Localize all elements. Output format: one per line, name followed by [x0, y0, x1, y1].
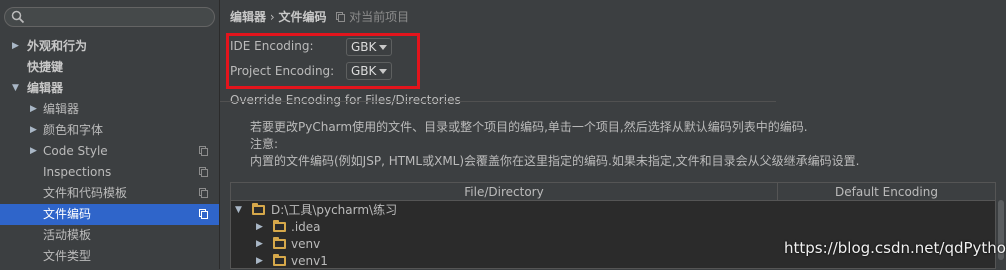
column-header-file[interactable]: File/Directory: [231, 183, 778, 201]
override-description: 若要更改PyCharm使用的文件、目录或整个项目的编码,单击一个项目,然后选择从…: [250, 120, 808, 134]
chevron-right-icon: ▶: [12, 41, 19, 51]
chevron-right-icon[interactable]: ▶: [256, 253, 263, 270]
sidebar-item-label: 文件编码: [43, 207, 92, 221]
override-note-text: 内置的文件编码(例如JSP, HTML或XML)会覆盖你在这里指定的编码.如果未…: [250, 154, 860, 168]
override-note-label: 注意:: [250, 137, 279, 151]
sidebar-item-editor[interactable]: ▼ 编辑器: [0, 78, 219, 99]
sidebar-item-file-types[interactable]: 文件类型: [0, 246, 219, 267]
sidebar-item-label: 编辑器: [27, 81, 64, 95]
project-scope-icon: [199, 146, 208, 156]
sidebar-item-label: 外观和行为: [27, 39, 88, 53]
page-title: 文件编码: [278, 10, 327, 24]
sidebar-item-keymap[interactable]: 快捷键: [0, 57, 219, 78]
project-scope-icon: [199, 167, 208, 177]
sidebar-item-live-templates[interactable]: 活动模板: [0, 225, 219, 246]
breadcrumb-parent: 编辑器: [230, 10, 267, 24]
sidebar-item-label: 文件类型: [43, 249, 92, 263]
sidebar-item-file-templates[interactable]: 文件和代码模板: [0, 183, 219, 204]
chevron-down-icon[interactable]: ▼: [235, 202, 242, 219]
sidebar-item-colors-fonts[interactable]: ▶ 颜色和字体: [0, 120, 219, 141]
settings-panel: 编辑器 › 文件编码 对当前项目 IDE Encoding: GBK Proje…: [220, 0, 1006, 269]
search-icon: [11, 10, 25, 24]
search-input[interactable]: [4, 7, 215, 27]
sidebar-item-file-encodings[interactable]: 文件编码: [0, 204, 219, 225]
file-name: venv: [291, 237, 321, 251]
project-scope-icon: [336, 12, 346, 22]
settings-sidebar: ▶ 外观和行为 快捷键 ▼ 编辑器 ▶ 编辑器 ▶ 颜色和字体 ▶ Code S…: [0, 0, 219, 269]
highlight-box: [226, 33, 420, 89]
column-header-encoding[interactable]: Default Encoding: [778, 183, 995, 201]
sidebar-item-inspections[interactable]: Inspections: [0, 162, 219, 183]
chevron-right-icon[interactable]: ▶: [256, 219, 263, 236]
breadcrumb-separator: ›: [269, 10, 275, 24]
sidebar-item-appearance[interactable]: ▶ 外观和行为: [0, 36, 219, 57]
sidebar-item-label: 编辑器: [43, 102, 80, 116]
scope-note: 对当前项目: [336, 10, 409, 24]
section-separator: [220, 101, 776, 102]
file-name: .idea: [291, 220, 321, 234]
breadcrumb: 编辑器 › 文件编码 对当前项目: [230, 8, 409, 25]
scope-label: 对当前项目: [349, 10, 410, 24]
chevron-right-icon: ▶: [30, 125, 37, 135]
folder-icon: [273, 254, 286, 266]
project-scope-icon: [199, 209, 208, 219]
chevron-down-icon: ▼: [12, 83, 19, 93]
sidebar-item-label: 活动模板: [43, 228, 92, 242]
file-name: D:\工具\pycharm\练习: [271, 203, 398, 217]
sidebar-item-label: Inspections: [43, 165, 112, 179]
sidebar-item-label: 颜色和字体: [43, 123, 104, 137]
file-name: venv1: [291, 254, 328, 268]
sidebar-item-label: Code Style: [43, 144, 108, 158]
folder-icon: [273, 220, 286, 232]
chevron-right-icon: ▶: [30, 104, 37, 114]
folder-icon: [252, 203, 265, 215]
folder-icon: [273, 237, 286, 249]
project-scope-icon: [199, 188, 208, 198]
sidebar-item-label: 快捷键: [27, 60, 64, 74]
sidebar-item-code-style[interactable]: ▶ Code Style: [0, 141, 219, 162]
watermark: https://blog.csdn.net/qdPython: [784, 239, 1006, 257]
chevron-right-icon[interactable]: ▶: [256, 236, 263, 253]
chevron-right-icon: ▶: [30, 146, 37, 156]
override-section-title: Override Encoding for Files/Directories: [230, 93, 461, 107]
sidebar-item-label: 文件和代码模板: [43, 186, 128, 200]
sidebar-item-editor-general[interactable]: ▶ 编辑器: [0, 99, 219, 120]
